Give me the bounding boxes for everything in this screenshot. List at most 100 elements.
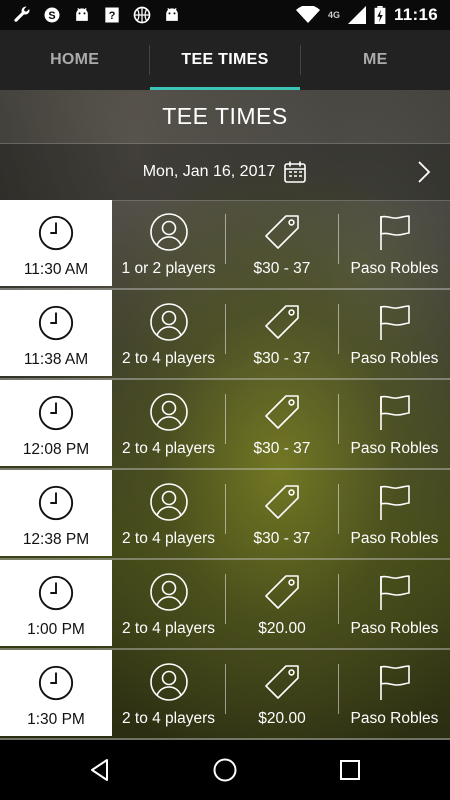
course-label: Paso Robles (350, 710, 439, 727)
wrench-icon (14, 6, 30, 22)
tee-time-row[interactable]: 1:00 PM 2 to 4 players $20.00 Paso Roble… (0, 560, 450, 650)
tee-time-cell: 1:30 PM (0, 650, 112, 736)
tee-time-cell: 12:38 PM (0, 470, 112, 556)
price-cell: $30 - 37 (226, 200, 338, 286)
tee-time-cell: 1:00 PM (0, 560, 112, 646)
players-cell: 2 to 4 players (112, 650, 225, 736)
course-cell: Paso Robles (339, 650, 450, 736)
price-tag-icon (265, 305, 299, 339)
price-cell: $30 - 37 (226, 290, 338, 376)
tee-time-row[interactable]: 1:30 PM 2 to 4 players $20.00 Paso Roble… (0, 650, 450, 740)
players-label: 2 to 4 players (121, 710, 216, 727)
course-cell: Paso Robles (339, 380, 450, 466)
price-tag-icon (265, 665, 299, 699)
system-nav-bar (0, 740, 450, 800)
flag-icon (379, 485, 410, 520)
players-label: 2 to 4 players (121, 350, 216, 367)
battery-charging-icon (374, 6, 386, 24)
clock-icon (38, 485, 74, 521)
page-title: TEE TIMES (162, 102, 288, 129)
course-label: Paso Robles (350, 620, 439, 637)
course-cell: Paso Robles (339, 560, 450, 646)
user-icon (149, 213, 188, 251)
course-cell: Paso Robles (339, 290, 450, 376)
status-time: 11:16 (393, 5, 438, 24)
price-label: $30 - 37 (253, 260, 311, 277)
tee-time-list: 11:30 AM 1 or 2 players $30 - 37 Paso Ro… (0, 200, 450, 740)
price-tag-icon (265, 485, 299, 519)
notification-icons: S ? (0, 5, 182, 25)
players-cell: 2 to 4 players (112, 470, 225, 556)
tee-time-cell: 11:38 AM (0, 290, 112, 376)
tab-home[interactable]: HOME (0, 30, 149, 90)
date-selector[interactable]: Mon, Jan 16, 2017 (0, 143, 450, 201)
tee-time-label: 12:38 PM (22, 531, 90, 548)
tee-time-label: 11:38 AM (23, 351, 89, 368)
course-cell: Paso Robles (339, 470, 450, 556)
unknown-app-icon: ? (105, 7, 119, 23)
flag-icon (379, 665, 410, 700)
tee-time-cell: 11:30 AM (0, 200, 112, 286)
tee-time-label: 11:30 AM (23, 261, 89, 278)
system-icons: 4G 11:16 (295, 5, 450, 25)
recents-icon[interactable] (337, 757, 363, 783)
price-label: $30 - 37 (253, 350, 311, 367)
back-icon[interactable] (87, 757, 113, 783)
network-type: 4G (327, 10, 340, 20)
clock-icon (38, 305, 74, 341)
android-icon (166, 7, 178, 21)
players-label: 1 or 2 players (121, 260, 216, 277)
status-bar: S ? 4G 11:16 (0, 0, 450, 30)
players-cell: 2 to 4 players (112, 380, 225, 466)
clock-icon (38, 395, 74, 431)
date-picker[interactable]: Mon, Jan 16, 2017 (0, 144, 450, 200)
skype-icon: S (44, 7, 60, 23)
players-cell: 1 or 2 players (112, 200, 225, 286)
price-tag-icon (265, 215, 299, 249)
date-label: Mon, Jan 16, 2017 (142, 163, 276, 180)
home-icon[interactable] (212, 757, 238, 783)
price-label: $20.00 (258, 710, 306, 727)
tee-time-cell: 12:08 PM (0, 380, 112, 466)
tee-time-row[interactable]: 12:08 PM 2 to 4 players $30 - 37 Paso Ro… (0, 380, 450, 470)
tee-time-row[interactable]: 12:38 PM 2 to 4 players $30 - 37 Paso Ro… (0, 470, 450, 560)
clock-icon (38, 665, 74, 701)
tee-time-label: 12:08 PM (22, 441, 90, 458)
price-cell: $30 - 37 (226, 380, 338, 466)
price-label: $20.00 (258, 620, 306, 637)
svg-text:S: S (48, 10, 55, 22)
price-label: $30 - 37 (253, 440, 311, 457)
flag-icon (379, 395, 410, 430)
tee-time-row[interactable]: 11:38 AM 2 to 4 players $30 - 37 Paso Ro… (0, 290, 450, 380)
svg-text:?: ? (109, 10, 116, 22)
flag-icon (379, 215, 410, 250)
flag-icon (379, 305, 410, 340)
tab-tee-times[interactable]: TEE TIMES (150, 30, 300, 90)
course-label: Paso Robles (350, 260, 439, 277)
wifi-icon (295, 6, 320, 23)
cell-signal-icon (347, 6, 366, 24)
tee-time-row[interactable]: 11:30 AM 1 or 2 players $30 - 37 Paso Ro… (0, 200, 450, 290)
basketball-icon (133, 6, 151, 24)
tee-time-label: 1:00 PM (27, 621, 85, 638)
price-tag-icon (265, 575, 299, 609)
course-label: Paso Robles (350, 530, 439, 547)
flag-icon (379, 575, 410, 610)
players-label: 2 to 4 players (121, 620, 216, 637)
price-tag-icon (265, 395, 299, 429)
price-cell: $20.00 (226, 650, 338, 736)
calendar-icon (284, 161, 307, 183)
android-icon (76, 7, 88, 21)
user-icon (149, 303, 188, 341)
user-icon (149, 483, 188, 521)
players-label: 2 to 4 players (121, 530, 216, 547)
course-cell: Paso Robles (339, 200, 450, 286)
tab-me[interactable]: ME (301, 30, 450, 90)
user-icon (149, 393, 188, 431)
price-cell: $30 - 37 (226, 470, 338, 556)
user-icon (149, 663, 188, 701)
course-label: Paso Robles (350, 350, 439, 367)
chevron-right-icon[interactable] (416, 160, 432, 184)
main-tabs: HOME TEE TIMES ME (0, 30, 450, 90)
user-icon (149, 573, 188, 611)
